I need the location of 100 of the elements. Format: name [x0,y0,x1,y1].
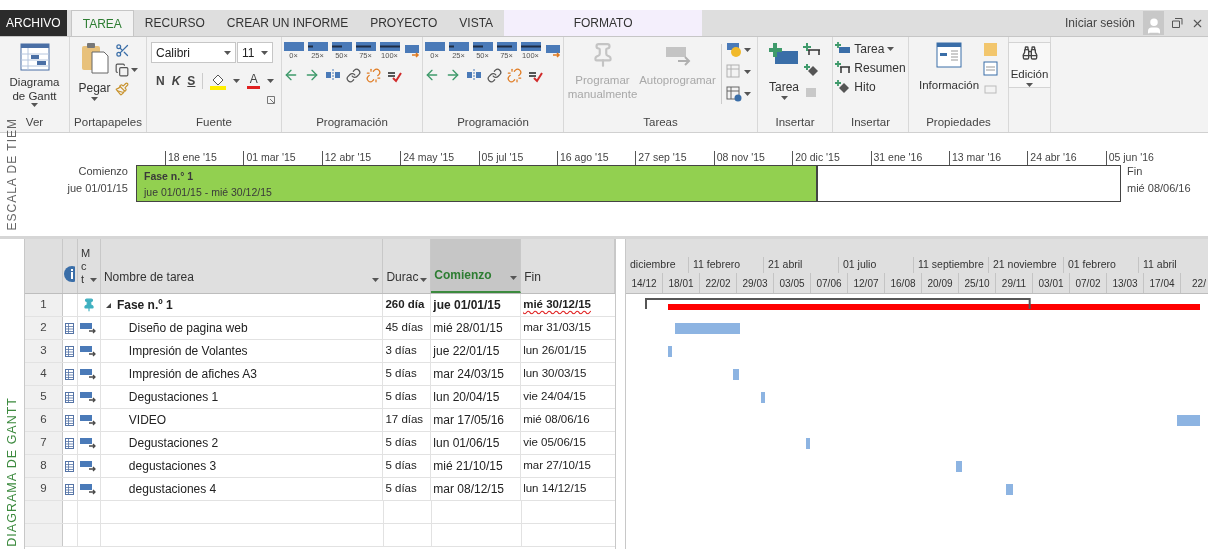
task-icon [835,42,852,56]
task-bar[interactable] [674,323,741,334]
auto-task-icon [80,345,98,357]
font-style-button[interactable]: S [187,72,196,90]
row-number: 1 [25,294,63,316]
table-icon [65,368,75,380]
task-name: Diseño de pagina web [128,320,248,337]
format-tab[interactable]: FORMATO [504,10,703,36]
cut-icon[interactable] [114,43,130,58]
outdent-icon[interactable] [424,67,440,83]
ribbon-tab[interactable]: PROYECTO [359,10,449,36]
caret-icon [1026,83,1033,88]
information-button[interactable]: Información [918,42,980,95]
timeline-tick-label: 18 ene '15 [167,150,217,166]
ribbon-tab[interactable]: CREAR UN INFORME [215,10,360,36]
font-style-button[interactable]: N [156,72,165,90]
timeline-tick-label: 05 jul '15 [480,150,524,166]
caret-icon [224,50,231,55]
sign-in-link[interactable]: Iniciar sesión [1064,14,1135,32]
task-bar[interactable] [668,346,673,357]
outdent-icon[interactable] [283,67,299,83]
unlink-icon[interactable] [507,67,522,83]
unlink-icon[interactable] [366,67,381,83]
task-bar[interactable] [1176,415,1200,426]
column-header[interactable]: Nombre de tarea [100,239,384,293]
timescale-label: 29/11 [1001,276,1027,291]
task-bar[interactable] [805,438,810,449]
timeline-tick-label: 05 jun '16 [1107,150,1154,166]
row-number: 8 [25,455,63,477]
task-end: vie 24/04/15 [523,389,586,405]
link-icon[interactable] [346,67,361,83]
font-color-button[interactable]: A [247,73,261,89]
indent-icon[interactable] [304,67,320,83]
timescale-label: 29/03 [742,276,768,291]
summary-icon[interactable] [803,42,821,57]
task-start: mar 17/05/16 [433,412,505,429]
ribbon-tab[interactable]: RECURSO [133,10,216,36]
restore-icon[interactable] [1172,18,1183,28]
gantt-chart-button[interactable]: Diagrama de Gantt [4,42,65,107]
timeline-tick-label: 12 abr '15 [323,150,372,166]
insert-item-button[interactable]: Tarea [835,42,906,56]
task-duration: 17 días [385,412,424,428]
ribbon-tab[interactable]: VISTA [448,10,505,36]
task-duration: 5 días [385,458,417,474]
task-bar[interactable] [955,461,963,472]
task-start: mar 08/12/15 [433,481,505,498]
font-size-field[interactable]: 11 [237,42,273,63]
fill-color-icon[interactable] [210,72,227,90]
timescale-label: 14/12 [631,276,657,291]
phase-dates: jue 01/01/15 - mié 30/12/15 [144,184,273,200]
link-icon[interactable] [487,67,502,83]
paste-button[interactable]: Pegar [78,42,111,101]
auto-task-icon [80,460,98,472]
insert-item-button[interactable]: Hito [835,80,906,94]
split-task-icon[interactable] [325,68,341,82]
timeline-tick-label: 24 may '15 [402,150,455,166]
font-style-button[interactable]: K [171,72,181,90]
insert-task-button[interactable]: Tarea [769,42,799,100]
timescale-label: 11 febrero [693,257,741,273]
move-task-icon[interactable] [544,42,562,58]
caret-icon [887,47,895,51]
indent-icon[interactable] [445,67,461,83]
font-name-field[interactable]: Calibri [151,42,236,63]
progress-bar-icon [283,42,304,51]
column-header[interactable]: M c t [77,239,101,293]
caret-icon [130,68,138,72]
task-bar[interactable] [732,369,739,380]
table-icon [65,391,75,403]
dialog-launcher-icon[interactable] [267,96,275,104]
row-number: 4 [25,363,63,385]
format-painter-icon[interactable] [114,82,129,96]
row-number: 2 [25,317,63,339]
column-header[interactable]: Fin [521,239,615,293]
progress-bar-icon [424,42,445,51]
task-bar[interactable] [761,392,766,403]
details-icon[interactable] [983,61,999,76]
copy-icon[interactable] [114,63,129,77]
calendar-help-icon[interactable] [725,86,742,102]
timescale-label: 17/04 [1149,276,1175,291]
inspect-icon[interactable] [725,42,742,58]
move-task-icon[interactable] [403,42,421,58]
timeline-tick-label: 13 mar '16 [950,150,1002,166]
collapse-triangle-icon[interactable] [104,301,112,309]
ribbon-tab[interactable]: TAREA [70,10,134,36]
timescale-label: 25/10 [964,276,990,291]
editing-button[interactable]: Edición [1007,42,1052,89]
auto-task-icon [80,414,98,426]
milestone-icon[interactable] [803,63,821,78]
summary-icon [835,61,852,75]
table-icon [65,414,75,426]
table-icon [65,345,75,357]
avatar-icon[interactable] [1143,11,1164,35]
task-name: degustaciones 3 [128,458,217,475]
row-number: 7 [25,432,63,454]
calendar-move-icon[interactable] [725,64,742,80]
insert-item-button[interactable]: Resumen [835,61,906,75]
split-task-icon[interactable] [466,68,482,82]
file-tab[interactable]: ARCHIVO [0,10,67,36]
timescale-label: 18/01 [668,276,694,291]
table-icon [65,460,75,472]
